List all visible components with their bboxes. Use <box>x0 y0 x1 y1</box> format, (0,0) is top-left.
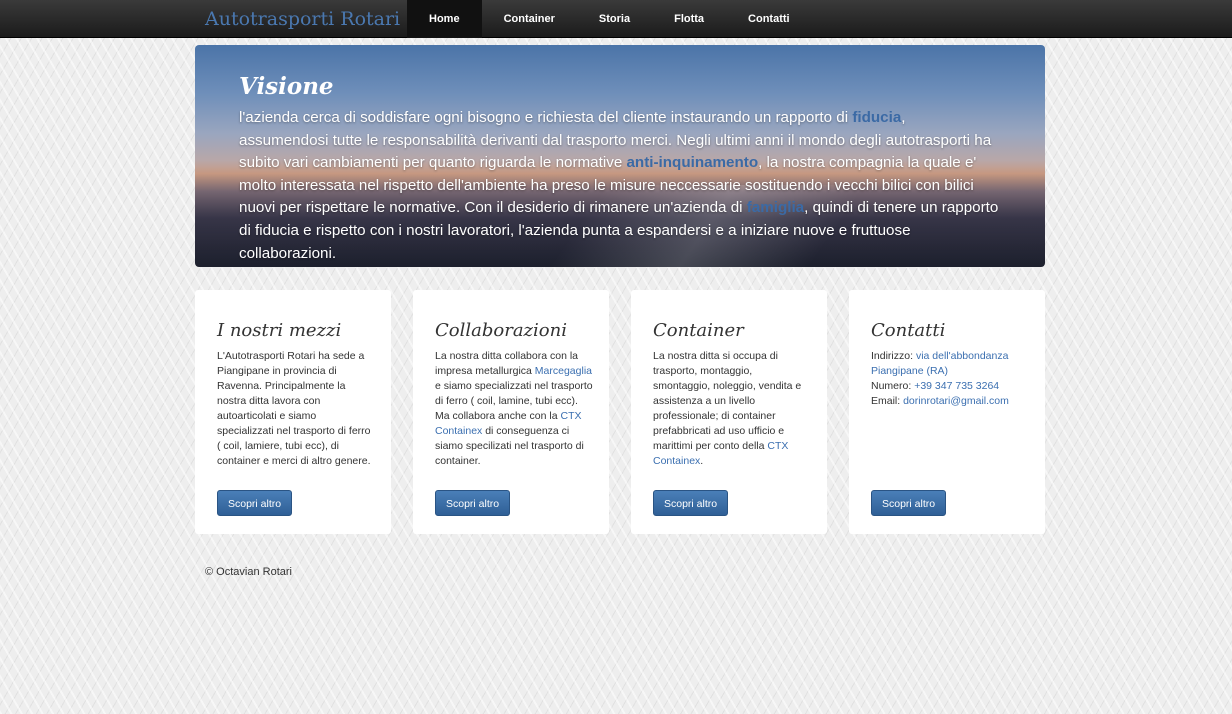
footer-copyright: © Octavian Rotari <box>205 566 292 578</box>
card-contatti: Contatti Indirizzo: via dell'abbondanza … <box>849 290 1045 534</box>
address-label: Indirizzo: <box>871 350 916 362</box>
hero-title: Visione <box>239 73 334 100</box>
phone-link[interactable]: +39 347 735 3264 <box>914 380 999 392</box>
card-title: Collaborazioni <box>435 320 567 341</box>
nav-item-home[interactable]: Home <box>407 0 482 38</box>
hero-text: l'azienda cerca di soddisfare ogni bisog… <box>239 107 999 265</box>
card-text: Indirizzo: via dell'abbondanza Piangipan… <box>871 349 1029 409</box>
nav-item-contatti[interactable]: Contatti <box>726 0 812 38</box>
phone-label: Numero: <box>871 380 915 392</box>
brand-logo-link[interactable]: Autotrasporti Rotari <box>205 8 400 30</box>
email-label: Email: <box>871 395 904 407</box>
card-title: I nostri mezzi <box>217 320 342 341</box>
hero-text-part: l'azienda cerca di soddisfare ogni bisog… <box>239 109 853 126</box>
scopri-altro-button[interactable]: Scopri altro <box>653 490 729 516</box>
card-title: Container <box>653 320 744 341</box>
nav-item-flotta[interactable]: Flotta <box>652 0 726 38</box>
card-mezzi: I nostri mezzi L'Autotrasporti Rotari ha… <box>195 290 391 534</box>
hero-link-anti-inquinamento[interactable]: anti-inquinamento <box>626 154 758 171</box>
link-marcegaglia[interactable]: Marcegaglia <box>535 365 592 377</box>
scopri-altro-button[interactable]: Scopri altro <box>217 490 293 516</box>
scopri-altro-button[interactable]: Scopri altro <box>435 490 511 516</box>
card-text: La nostra ditta collabora con la impresa… <box>435 349 593 469</box>
card-text-part: . <box>700 455 704 467</box>
email-link[interactable]: dorinrotari@gmail.com <box>903 395 1009 407</box>
hero-banner: Visione l'azienda cerca di soddisfare og… <box>195 45 1045 267</box>
card-text: L'Autotrasporti Rotari ha sede a Piangip… <box>217 350 371 467</box>
navbar: Autotrasporti Rotari Home Container Stor… <box>0 0 1232 38</box>
nav-item-storia[interactable]: Storia <box>577 0 652 38</box>
hero-link-fiducia[interactable]: fiducia <box>852 109 901 126</box>
card-text: La nostra ditta si occupa di trasporto, … <box>653 349 811 469</box>
main-nav: Home Container Storia Flotta Contatti <box>407 0 812 38</box>
card-collaborazioni: Collaborazioni La nostra ditta collabora… <box>413 290 609 534</box>
card-container: Container La nostra ditta si occupa di t… <box>631 290 827 534</box>
nav-item-container[interactable]: Container <box>482 0 577 38</box>
card-text-part: La nostra ditta si occupa di trasporto, … <box>653 350 802 452</box>
scopri-altro-button[interactable]: Scopri altro <box>871 490 947 516</box>
card-title: Contatti <box>871 320 946 341</box>
hero-link-famiglia[interactable]: famiglia <box>747 199 804 216</box>
